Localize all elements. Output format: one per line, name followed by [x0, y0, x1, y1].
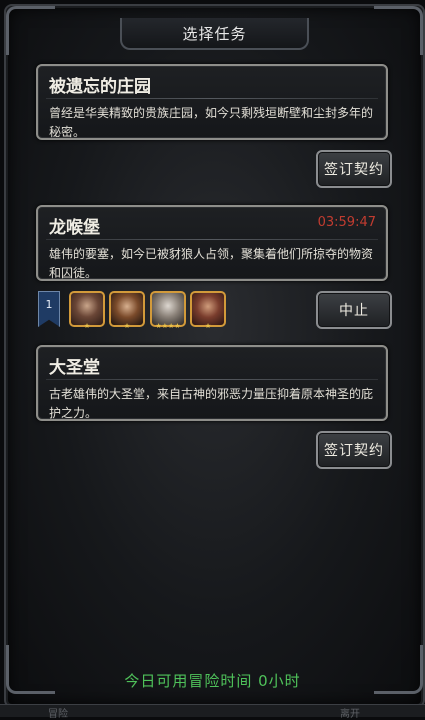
quest-card-dragon-throat-fort[interactable]: 龙喉堡 03:59:47 雄伟的要塞，如今已被豺狼人占领，聚集着他们所掠夺的物资…	[36, 205, 388, 281]
quest-description: 雄伟的要塞，如今已被豺狼人占领，聚集着他们所掠夺的物资和囚徒。	[49, 247, 374, 280]
quest-description: 曾经是华美精致的贵族庄园，如今只剩残垣断壁和尘封多年的秘密。	[49, 106, 374, 139]
frame-corner-ornament	[374, 6, 423, 55]
quest-title: 被遗忘的庄园	[49, 77, 151, 97]
abort-quest-button[interactable]: 中止	[316, 291, 392, 329]
quest-card-forgotten-manor[interactable]: 被遗忘的庄园 曾经是华美精致的贵族庄园，如今只剩残垣断壁和尘封多年的秘密。	[36, 64, 388, 140]
daily-adventure-time: 今日可用冒险时间 0小时	[124, 672, 301, 690]
quest-card-grand-cathedral[interactable]: 大圣堂 古老雄伟的大圣堂，来自古神的邪恶力量压抑着原本神圣的庇护之力。	[36, 345, 388, 421]
sign-contract-button[interactable]: 签订契约	[316, 150, 392, 188]
hero-portrait[interactable]: ★	[69, 291, 105, 330]
hero-portrait[interactable]: ★	[109, 291, 145, 330]
hero-star-rating: ★★★★	[155, 322, 181, 330]
hero-star-rating: ★	[204, 322, 212, 330]
quest-title: 龙喉堡	[49, 218, 100, 238]
divider	[46, 239, 378, 240]
divider	[46, 98, 378, 99]
quest-description: 古老雄伟的大圣堂，来自古神的邪恶力量压抑着原本神圣的庇护之力。	[49, 387, 374, 420]
tab-leave[interactable]: 离开	[340, 705, 360, 720]
hero-portrait[interactable]: ★★★★	[150, 291, 186, 330]
hero-star-rating: ★	[123, 322, 131, 330]
hero-portrait[interactable]: ★	[190, 291, 226, 330]
quest-title: 大圣堂	[49, 358, 100, 378]
quest-timer: 03:59:47	[317, 215, 376, 230]
bottom-tab-bar: 冒险 离开	[0, 704, 425, 720]
frame-corner-ornament	[6, 6, 55, 55]
divider	[46, 379, 378, 380]
hero-star-rating: ★	[83, 322, 91, 330]
page-title: 选择任务	[120, 18, 309, 50]
tab-adventure[interactable]: 冒险	[48, 705, 68, 720]
sign-contract-button[interactable]: 签订契约	[316, 431, 392, 469]
